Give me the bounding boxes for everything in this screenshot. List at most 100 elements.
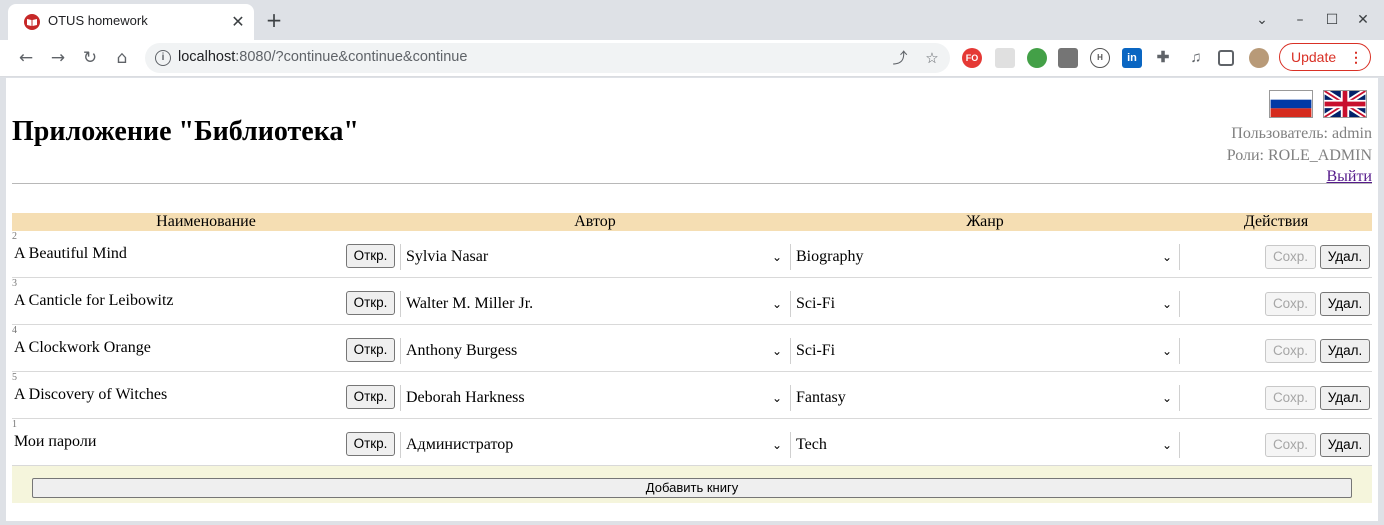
table-row: 1 Мои пароли Откр. Администратор ⌄ Tech ⌄ … <box>12 419 1372 466</box>
save-button[interactable]: Сохр. <box>1265 245 1316 269</box>
table-row: 4 A Clockwork Orange Откр. Anthony Burge… <box>12 325 1372 372</box>
author-select[interactable]: Администратор ⌄ <box>400 432 786 458</box>
table-row: 3 A Canticle for Leibowitz Откр. Walter … <box>12 278 1372 325</box>
chevron-down-icon: ⌄ <box>1161 344 1172 358</box>
cell-divider <box>1179 244 1180 270</box>
user-roles: Роли: ROLE_ADMIN <box>1226 146 1372 164</box>
book-id: 5 <box>12 372 17 383</box>
share-icon[interactable]: ⤴ <box>890 48 910 68</box>
extension-h-icon[interactable]: H <box>1090 48 1110 68</box>
cell-divider <box>1179 338 1180 364</box>
delete-button[interactable]: Удал. <box>1320 339 1370 363</box>
forward-icon[interactable]: → <box>45 45 71 71</box>
chevron-down-icon: ⌄ <box>771 250 782 264</box>
book-id: 3 <box>12 278 17 289</box>
media-control-icon[interactable]: ♫ <box>1186 48 1206 68</box>
add-book-bar: Добавить книгу <box>12 466 1372 503</box>
tab-title: OTUS homework <box>48 13 148 28</box>
author-select[interactable]: Walter M. Miller Jr. ⌄ <box>400 291 786 317</box>
cell-divider <box>1179 291 1180 317</box>
close-icon[interactable]: ✕ <box>228 12 248 32</box>
header-author: Автор <box>574 213 616 230</box>
book-title: A Discovery of Witches <box>14 386 168 403</box>
delete-button[interactable]: Удал. <box>1320 292 1370 316</box>
save-button[interactable]: Сохр. <box>1265 339 1316 363</box>
chevron-down-icon: ⌄ <box>1161 297 1172 311</box>
books-table: Наименование Автор Жанр Действия 2 A Bea… <box>12 213 1372 503</box>
genre-select[interactable]: Tech ⌄ <box>790 432 1176 458</box>
open-button[interactable]: Откр. <box>346 385 395 409</box>
page-title: Приложение "Библиотека" <box>12 116 359 147</box>
table-row: 2 A Beautiful Mind Откр. Sylvia Nasar ⌄ B… <box>12 231 1372 278</box>
browser-toolbar: ← → ↻ ⌂ i localhost:8080/?continue&conti… <box>0 40 1384 77</box>
browser-tab-bar: OTUS homework ✕ + ⌄ – ☐ ✕ <box>0 0 1384 40</box>
book-id: 2 <box>12 231 17 242</box>
menu-dots-icon[interactable]: ⋮ <box>1349 44 1363 70</box>
author-select[interactable]: Deborah Harkness ⌄ <box>400 385 786 411</box>
linkedin-icon[interactable]: in <box>1122 48 1142 68</box>
book-title: Мои пароли <box>14 433 97 450</box>
book-title: A Clockwork Orange <box>14 339 151 356</box>
chevron-down-icon: ⌄ <box>771 344 782 358</box>
open-button[interactable]: Откр. <box>346 291 395 315</box>
home-icon[interactable]: ⌂ <box>109 45 135 71</box>
minimize-icon[interactable]: – <box>1288 8 1312 32</box>
back-icon[interactable]: ← <box>13 45 39 71</box>
book-icon <box>24 14 40 30</box>
address-bar[interactable]: i localhost:8080/?continue&continue&cont… <box>145 43 950 73</box>
avatar[interactable] <box>1249 48 1269 68</box>
delete-button[interactable]: Удал. <box>1320 386 1370 410</box>
chevron-down-icon: ⌄ <box>1161 250 1172 264</box>
delete-button[interactable]: Удал. <box>1320 433 1370 457</box>
header-actions: Действия <box>1243 213 1309 230</box>
page-content: Приложение "Библиотека" Пользователь: ad… <box>6 78 1378 521</box>
user-name: Пользователь: admin <box>1231 125 1372 142</box>
book-id: 4 <box>12 325 17 336</box>
tab-search-icon[interactable]: ⌄ <box>1250 8 1274 32</box>
book-id: 1 <box>12 419 17 430</box>
divider <box>12 183 1372 184</box>
save-button[interactable]: Сохр. <box>1265 386 1316 410</box>
genre-select[interactable]: Sci-Fi ⌄ <box>790 338 1176 364</box>
author-select[interactable]: Sylvia Nasar ⌄ <box>400 244 786 270</box>
save-button[interactable]: Сохр. <box>1265 292 1316 316</box>
table-header: Наименование Автор Жанр Действия <box>12 213 1372 231</box>
close-window-icon[interactable]: ✕ <box>1351 8 1375 32</box>
site-info-icon[interactable]: i <box>155 50 171 66</box>
delete-button[interactable]: Удал. <box>1320 245 1370 269</box>
genre-select[interactable]: Fantasy ⌄ <box>790 385 1176 411</box>
bookmark-star-icon[interactable]: ☆ <box>922 48 942 68</box>
chevron-down-icon: ⌄ <box>771 297 782 311</box>
book-title: A Beautiful Mind <box>14 245 127 262</box>
extension-grid-icon[interactable] <box>995 48 1015 68</box>
open-button[interactable]: Откр. <box>346 338 395 362</box>
uk-flag-icon[interactable] <box>1323 90 1367 118</box>
extension-map-icon[interactable] <box>1027 48 1047 68</box>
open-button[interactable]: Откр. <box>346 244 395 268</box>
side-panel-icon[interactable] <box>1218 50 1234 66</box>
reload-icon[interactable]: ↻ <box>77 45 103 71</box>
header-genre: Жанр <box>966 213 1004 230</box>
extension-fo-icon[interactable]: FO <box>962 48 982 68</box>
genre-select[interactable]: Sci-Fi ⌄ <box>790 291 1176 317</box>
add-book-button[interactable]: Добавить книгу <box>32 478 1352 498</box>
update-button[interactable]: Update ⋮ <box>1279 43 1371 71</box>
extension-robot-icon[interactable] <box>1058 48 1078 68</box>
url-text[interactable]: localhost:8080/?continue&continue&contin… <box>178 49 467 65</box>
author-select[interactable]: Anthony Burgess ⌄ <box>400 338 786 364</box>
genre-select[interactable]: Biography ⌄ <box>790 244 1176 270</box>
open-button[interactable]: Откр. <box>346 432 395 456</box>
chevron-down-icon: ⌄ <box>1161 438 1172 452</box>
table-row: 5 A Discovery of Witches Откр. Deborah H… <box>12 372 1372 419</box>
new-tab-icon[interactable]: + <box>262 9 286 33</box>
save-button[interactable]: Сохр. <box>1265 433 1316 457</box>
cell-divider <box>1179 385 1180 411</box>
chevron-down-icon: ⌄ <box>1161 391 1172 405</box>
maximize-icon[interactable]: ☐ <box>1320 8 1344 32</box>
russian-flag-icon[interactable] <box>1269 90 1313 118</box>
book-title: A Canticle for Leibowitz <box>14 292 174 309</box>
user-info: Пользователь: admin Роли: ROLE_ADMIN Вый… <box>1227 123 1372 188</box>
extensions-puzzle-icon[interactable]: ✚ <box>1153 48 1173 68</box>
cell-divider <box>1179 432 1180 458</box>
browser-tab[interactable]: OTUS homework ✕ <box>8 4 254 40</box>
